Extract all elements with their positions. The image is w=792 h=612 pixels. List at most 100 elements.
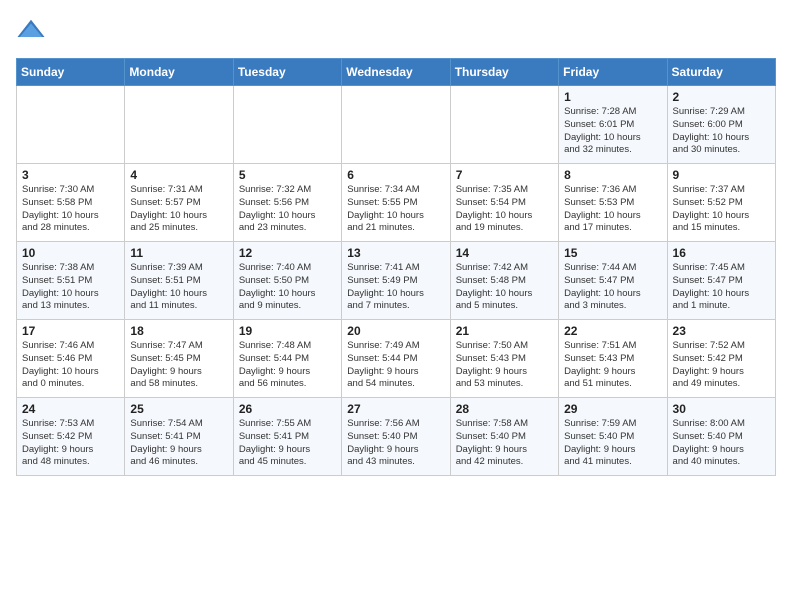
calendar-cell: 8 Sunrise: 7:36 AM Sunset: 5:53 PM Daylig… bbox=[559, 164, 667, 242]
calendar-cell: 16 Sunrise: 7:45 AM Sunset: 5:47 PM Dayli… bbox=[667, 242, 775, 320]
day-info: Sunrise: 7:56 AM Sunset: 5:40 PM Dayligh… bbox=[347, 418, 444, 469]
weekday-header-thursday: Thursday bbox=[450, 59, 558, 86]
calendar-cell: 7 Sunrise: 7:35 AM Sunset: 5:54 PM Daylig… bbox=[450, 164, 558, 242]
calendar-cell: 27 Sunrise: 7:56 AM Sunset: 5:40 PM Dayli… bbox=[342, 398, 450, 476]
day-info: Sunrise: 7:50 AM Sunset: 5:43 PM Dayligh… bbox=[456, 340, 553, 391]
day-number: 14 bbox=[456, 246, 553, 260]
day-info: Sunrise: 7:45 AM Sunset: 5:47 PM Dayligh… bbox=[673, 262, 770, 313]
day-number: 28 bbox=[456, 402, 553, 416]
day-info: Sunrise: 7:36 AM Sunset: 5:53 PM Dayligh… bbox=[564, 184, 661, 235]
day-info: Sunrise: 7:34 AM Sunset: 5:55 PM Dayligh… bbox=[347, 184, 444, 235]
day-info: Sunrise: 7:58 AM Sunset: 5:40 PM Dayligh… bbox=[456, 418, 553, 469]
logo-icon bbox=[16, 16, 46, 46]
day-info: Sunrise: 7:35 AM Sunset: 5:54 PM Dayligh… bbox=[456, 184, 553, 235]
calendar-cell: 18 Sunrise: 7:47 AM Sunset: 5:45 PM Dayli… bbox=[125, 320, 233, 398]
calendar-cell: 11Sunrise: 7:39 AM Sunset: 5:51 PM Dayli… bbox=[125, 242, 233, 320]
calendar-week-5: 24Sunrise: 7:53 AM Sunset: 5:42 PM Dayli… bbox=[17, 398, 776, 476]
calendar-cell: 26 Sunrise: 7:55 AM Sunset: 5:41 PM Dayli… bbox=[233, 398, 341, 476]
day-number: 6 bbox=[347, 168, 444, 182]
calendar-cell: 25Sunrise: 7:54 AM Sunset: 5:41 PM Dayli… bbox=[125, 398, 233, 476]
day-number: 7 bbox=[456, 168, 553, 182]
calendar-cell: 19 Sunrise: 7:48 AM Sunset: 5:44 PM Dayli… bbox=[233, 320, 341, 398]
calendar-cell: 30 Sunrise: 8:00 AM Sunset: 5:40 PM Dayli… bbox=[667, 398, 775, 476]
weekday-header-wednesday: Wednesday bbox=[342, 59, 450, 86]
day-number: 15 bbox=[564, 246, 661, 260]
calendar-cell: 24Sunrise: 7:53 AM Sunset: 5:42 PM Dayli… bbox=[17, 398, 125, 476]
day-info: Sunrise: 7:44 AM Sunset: 5:47 PM Dayligh… bbox=[564, 262, 661, 313]
day-info: Sunrise: 7:41 AM Sunset: 5:49 PM Dayligh… bbox=[347, 262, 444, 313]
day-info: Sunrise: 7:30 AM Sunset: 5:58 PM Dayligh… bbox=[22, 184, 119, 235]
day-number: 19 bbox=[239, 324, 336, 338]
day-info: Sunrise: 7:39 AM Sunset: 5:51 PM Dayligh… bbox=[130, 262, 227, 313]
calendar-cell: 9 Sunrise: 7:37 AM Sunset: 5:52 PM Daylig… bbox=[667, 164, 775, 242]
day-number: 24 bbox=[22, 402, 119, 416]
day-info: Sunrise: 7:31 AM Sunset: 5:57 PM Dayligh… bbox=[130, 184, 227, 235]
day-info: Sunrise: 7:51 AM Sunset: 5:43 PM Dayligh… bbox=[564, 340, 661, 391]
calendar-cell bbox=[125, 86, 233, 164]
day-info: Sunrise: 7:48 AM Sunset: 5:44 PM Dayligh… bbox=[239, 340, 336, 391]
calendar-week-4: 17 Sunrise: 7:46 AM Sunset: 5:46 PM Dayli… bbox=[17, 320, 776, 398]
day-number: 9 bbox=[673, 168, 770, 182]
calendar-week-2: 3Sunrise: 7:30 AM Sunset: 5:58 PM Daylig… bbox=[17, 164, 776, 242]
day-number: 23 bbox=[673, 324, 770, 338]
day-number: 22 bbox=[564, 324, 661, 338]
weekday-header-monday: Monday bbox=[125, 59, 233, 86]
calendar-cell bbox=[342, 86, 450, 164]
day-info: Sunrise: 7:55 AM Sunset: 5:41 PM Dayligh… bbox=[239, 418, 336, 469]
day-info: Sunrise: 7:42 AM Sunset: 5:48 PM Dayligh… bbox=[456, 262, 553, 313]
calendar-cell: 1 Sunrise: 7:28 AM Sunset: 6:01 PM Daylig… bbox=[559, 86, 667, 164]
calendar-table: SundayMondayTuesdayWednesdayThursdayFrid… bbox=[16, 58, 776, 476]
day-number: 29 bbox=[564, 402, 661, 416]
calendar-week-3: 10 Sunrise: 7:38 AM Sunset: 5:51 PM Dayli… bbox=[17, 242, 776, 320]
day-number: 18 bbox=[130, 324, 227, 338]
weekday-header-tuesday: Tuesday bbox=[233, 59, 341, 86]
page-header bbox=[16, 16, 776, 46]
day-number: 10 bbox=[22, 246, 119, 260]
day-number: 17 bbox=[22, 324, 119, 338]
calendar-cell bbox=[17, 86, 125, 164]
weekday-header-saturday: Saturday bbox=[667, 59, 775, 86]
calendar-week-1: 1 Sunrise: 7:28 AM Sunset: 6:01 PM Daylig… bbox=[17, 86, 776, 164]
calendar-cell: 10 Sunrise: 7:38 AM Sunset: 5:51 PM Dayli… bbox=[17, 242, 125, 320]
calendar-cell: 4 Sunrise: 7:31 AM Sunset: 5:57 PM Daylig… bbox=[125, 164, 233, 242]
calendar-cell: 12 Sunrise: 7:40 AM Sunset: 5:50 PM Dayli… bbox=[233, 242, 341, 320]
day-info: Sunrise: 7:40 AM Sunset: 5:50 PM Dayligh… bbox=[239, 262, 336, 313]
day-info: Sunrise: 7:46 AM Sunset: 5:46 PM Dayligh… bbox=[22, 340, 119, 391]
calendar-cell: 15 Sunrise: 7:44 AM Sunset: 5:47 PM Dayli… bbox=[559, 242, 667, 320]
day-number: 16 bbox=[673, 246, 770, 260]
day-info: Sunrise: 7:29 AM Sunset: 6:00 PM Dayligh… bbox=[673, 106, 770, 157]
day-info: Sunrise: 7:47 AM Sunset: 5:45 PM Dayligh… bbox=[130, 340, 227, 391]
day-info: Sunrise: 7:38 AM Sunset: 5:51 PM Dayligh… bbox=[22, 262, 119, 313]
calendar-cell: 22 Sunrise: 7:51 AM Sunset: 5:43 PM Dayli… bbox=[559, 320, 667, 398]
day-info: Sunrise: 7:49 AM Sunset: 5:44 PM Dayligh… bbox=[347, 340, 444, 391]
day-info: Sunrise: 7:37 AM Sunset: 5:52 PM Dayligh… bbox=[673, 184, 770, 235]
calendar-cell bbox=[450, 86, 558, 164]
day-number: 26 bbox=[239, 402, 336, 416]
calendar-cell: 17 Sunrise: 7:46 AM Sunset: 5:46 PM Dayli… bbox=[17, 320, 125, 398]
calendar-cell: 21Sunrise: 7:50 AM Sunset: 5:43 PM Dayli… bbox=[450, 320, 558, 398]
day-number: 27 bbox=[347, 402, 444, 416]
day-number: 1 bbox=[564, 90, 661, 104]
day-info: Sunrise: 7:32 AM Sunset: 5:56 PM Dayligh… bbox=[239, 184, 336, 235]
calendar-cell: 5 Sunrise: 7:32 AM Sunset: 5:56 PM Daylig… bbox=[233, 164, 341, 242]
day-number: 12 bbox=[239, 246, 336, 260]
calendar-cell: 29 Sunrise: 7:59 AM Sunset: 5:40 PM Dayli… bbox=[559, 398, 667, 476]
calendar-cell: 28 Sunrise: 7:58 AM Sunset: 5:40 PM Dayli… bbox=[450, 398, 558, 476]
day-number: 5 bbox=[239, 168, 336, 182]
day-info: Sunrise: 8:00 AM Sunset: 5:40 PM Dayligh… bbox=[673, 418, 770, 469]
day-number: 30 bbox=[673, 402, 770, 416]
day-number: 13 bbox=[347, 246, 444, 260]
calendar-cell bbox=[233, 86, 341, 164]
calendar-cell: 6 Sunrise: 7:34 AM Sunset: 5:55 PM Daylig… bbox=[342, 164, 450, 242]
day-info: Sunrise: 7:28 AM Sunset: 6:01 PM Dayligh… bbox=[564, 106, 661, 157]
day-info: Sunrise: 7:52 AM Sunset: 5:42 PM Dayligh… bbox=[673, 340, 770, 391]
calendar-cell: 2Sunrise: 7:29 AM Sunset: 6:00 PM Daylig… bbox=[667, 86, 775, 164]
day-number: 4 bbox=[130, 168, 227, 182]
day-info: Sunrise: 7:59 AM Sunset: 5:40 PM Dayligh… bbox=[564, 418, 661, 469]
calendar-cell: 3Sunrise: 7:30 AM Sunset: 5:58 PM Daylig… bbox=[17, 164, 125, 242]
day-number: 8 bbox=[564, 168, 661, 182]
logo bbox=[16, 16, 50, 46]
day-info: Sunrise: 7:54 AM Sunset: 5:41 PM Dayligh… bbox=[130, 418, 227, 469]
calendar-cell: 14 Sunrise: 7:42 AM Sunset: 5:48 PM Dayli… bbox=[450, 242, 558, 320]
day-number: 20 bbox=[347, 324, 444, 338]
